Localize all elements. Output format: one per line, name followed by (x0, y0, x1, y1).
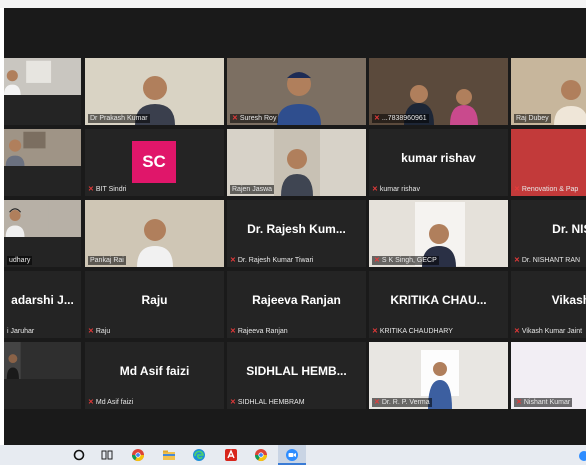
participant-name-label: ✕ Rajeeva Ranjan (230, 328, 288, 335)
mic-muted-icon: ✕ (88, 186, 94, 193)
participant-tile[interactable]: ✕ Dr. R. P. Verma (369, 342, 508, 409)
participant-tile[interactable]: Raju ✕ Raju (85, 271, 224, 338)
participant-name-large: kumar rishav (401, 151, 476, 165)
mic-muted-icon: ✕ (230, 257, 236, 264)
participant-name-label: ✕ Md Asif faizi (88, 399, 134, 406)
participant-tile[interactable]: ✕ ...7838960961 (369, 58, 508, 125)
mic-muted-icon: ✕ (374, 115, 380, 122)
file-explorer-icon[interactable] (162, 448, 176, 462)
participant-tile[interactable] (4, 58, 81, 125)
mic-muted-icon: ✕ (514, 186, 520, 193)
participant-tile[interactable]: Dr. NISHA ✕Dr. NISHANT RAN (511, 200, 586, 267)
participant-name-label: i Jaruhar (7, 328, 35, 335)
mic-muted-icon: ✕ (372, 328, 378, 335)
mic-muted-icon: ✕ (514, 328, 520, 335)
participant-name-label: ✕ Nishant Kumar (514, 398, 573, 407)
mic-muted-icon: ✕ (230, 328, 236, 335)
search-icon[interactable] (72, 448, 86, 462)
mic-muted-icon: ✕ (372, 186, 378, 193)
participant-tile[interactable]: ✕ S K Singh, GECP (369, 200, 508, 267)
participant-tile[interactable]: KRITIKA CHAU... ✕ KRITIKA CHAUDHARY (369, 271, 508, 338)
participant-name-label: ✕ Dr. Rajesh Kumar Tiwari (230, 257, 314, 264)
chrome-icon[interactable] (131, 448, 145, 462)
participant-video (4, 58, 81, 96)
participant-tile[interactable] (4, 342, 81, 409)
participant-tile[interactable]: Dr Prakash Kumar (85, 58, 224, 125)
participant-name-label: ✕ SIDHLAL HEMBRAM (230, 399, 305, 406)
participant-video (4, 200, 81, 238)
zoom-icon (286, 449, 298, 461)
acrobat-icon[interactable] (224, 448, 238, 462)
participant-tile[interactable]: Md Asif faizi ✕ Md Asif faizi (85, 342, 224, 409)
participant-video (4, 129, 81, 167)
participant-name-label: ✕ kumar rishav (372, 186, 420, 193)
participant-name-label: ✕ BIT Sindri (88, 186, 127, 193)
chrome-icon[interactable] (254, 448, 268, 462)
participant-name-label: udhary (7, 256, 33, 265)
participant-name-label: ✕ KRITIKA CHAUDHARY (372, 328, 453, 335)
participant-name-label: Dr Prakash Kumar (88, 114, 150, 123)
participant-name-label: Raj Dubey (514, 114, 551, 123)
participant-tile[interactable]: Raj Dubey (511, 58, 586, 125)
participant-name-label: ✕ Raju (88, 328, 111, 335)
mic-muted-icon: ✕ (232, 115, 238, 122)
participant-name-large: Rajeeva Ranjan (252, 293, 341, 307)
mic-muted-icon: ✕ (88, 399, 94, 406)
mic-muted-icon: ✕ (230, 399, 236, 406)
participant-tile[interactable]: ✕ Suresh Roy (227, 58, 366, 125)
participant-video (4, 342, 81, 380)
participant-tile[interactable]: udhary (4, 200, 81, 267)
participant-name-label: Rajen Jaswa (230, 185, 275, 194)
participant-tile[interactable]: kumar rishav ✕ kumar rishav (369, 129, 508, 196)
participant-name-label: Pankaj Rai (88, 256, 126, 265)
participant-name-large: Raju (141, 293, 168, 307)
participant-name-large: KRITIKA CHAU... (390, 293, 487, 307)
participant-name-large: Dr. Rajesh Kum... (247, 222, 346, 236)
mic-muted-icon: ✕ (374, 399, 380, 406)
participant-tile[interactable]: SC ✕ BIT Sindri (85, 129, 224, 196)
participant-name-label: ✕ S K Singh, GECP (372, 256, 439, 265)
zoom-taskbar-button[interactable] (278, 445, 306, 465)
participant-name-label: ✕ Vikash Kumar Jaint (514, 328, 583, 335)
notification-icon[interactable] (577, 449, 586, 463)
participant-tile[interactable]: Vikash Ku ✕Vikash Kumar Jaint (511, 271, 586, 338)
top-strip (0, 0, 586, 8)
mic-muted-icon: ✕ (88, 328, 94, 335)
meeting-header-band (4, 8, 586, 56)
participant-tile[interactable]: Dr. Rajesh Kum... ✕ Dr. Rajesh Kumar Tiwar… (227, 200, 366, 267)
participant-tile[interactable]: SIDHLAL HEMB... ✕ SIDHLAL HEMBRAM (227, 342, 366, 409)
participant-tile[interactable]: Pankaj Rai (85, 200, 224, 267)
participant-name-large: Dr. NISHA (552, 222, 586, 236)
participant-tile[interactable]: adarshi J... i Jaruhar (4, 271, 81, 338)
meeting-window: Dr Prakash Kumar ✕ Suresh Roy ✕ ...783896096… (4, 8, 586, 445)
participant-name-large: Vikash Ku (551, 293, 586, 307)
mic-muted-icon: ✕ (516, 399, 522, 406)
participant-name-large: Md Asif faizi (119, 364, 190, 378)
participant-name-label: ✕ ...7838960961 (372, 114, 429, 123)
participant-name-label: ✕ Dr. NISHANT RAN (514, 257, 581, 264)
participant-tile[interactable]: Rajeeva Ranjan ✕ Rajeeva Ranjan (227, 271, 366, 338)
participant-name-large: SIDHLAL HEMB... (246, 364, 347, 378)
mic-muted-icon: ✕ (374, 257, 380, 264)
edge-icon[interactable] (192, 448, 206, 462)
participant-tile[interactable]: ✕ Renovation & Pap (511, 129, 586, 196)
avatar: SC (132, 141, 176, 183)
participant-name-label: ✕ Dr. R. P. Verma (372, 398, 432, 407)
mic-muted-icon: ✕ (514, 257, 520, 264)
participant-name-label: ✕ Suresh Roy (230, 114, 279, 123)
participant-tile[interactable]: Rajen Jaswa (227, 129, 366, 196)
participant-name-large: adarshi J... (11, 293, 74, 307)
participant-name-label: ✕ Renovation & Pap (514, 186, 579, 193)
participant-tile[interactable]: ✕ Nishant Kumar (511, 342, 586, 409)
participant-tile[interactable] (4, 129, 81, 196)
task-view-icon[interactable] (100, 448, 114, 462)
windows-taskbar (0, 445, 586, 465)
